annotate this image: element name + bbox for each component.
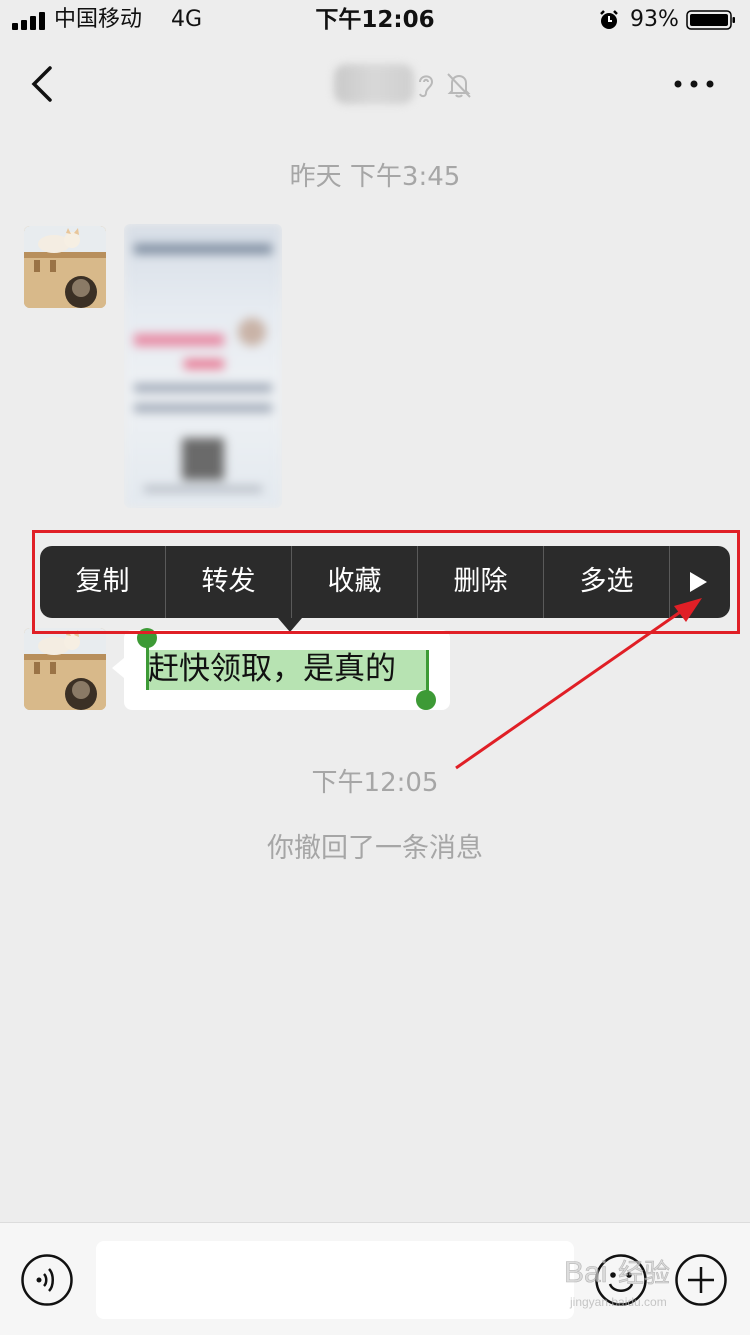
image-message-blurred[interactable]: [124, 224, 282, 508]
message-timestamp: 下午12:05: [311, 768, 439, 798]
cat-avatar-image: [24, 226, 106, 308]
chat-header: [0, 40, 750, 130]
mute-icon: [447, 73, 471, 98]
avatar[interactable]: [24, 226, 106, 308]
message-text[interactable]: 赶快领取，是真的: [148, 648, 396, 690]
cat-avatar-image: [24, 628, 106, 710]
recall-notice: 你撤回了一条消息: [267, 833, 483, 864]
contact-name-blurred: [334, 64, 414, 104]
status-bar: 中国移动 4G 下午12:06 93%: [0, 0, 750, 40]
avatar[interactable]: [24, 628, 106, 710]
battery-percent: 93%: [630, 7, 679, 32]
ear-icon: [419, 75, 434, 98]
text-message-bubble[interactable]: 赶快领取，是真的: [112, 628, 450, 710]
selection-end-handle[interactable]: [416, 690, 436, 710]
svg-text:经验: 经验: [618, 1259, 670, 1289]
voice-icon[interactable]: [20, 1253, 74, 1307]
more-icon[interactable]: [672, 74, 716, 94]
svg-text:jingyan.baidu.com: jingyan.baidu.com: [569, 1295, 667, 1309]
baidu-watermark-logo: Bai 经验 jingyan.baidu.com: [564, 1256, 671, 1309]
message-timestamp: 昨天 下午3:45: [289, 162, 461, 192]
message-input[interactable]: [96, 1241, 574, 1319]
annotation-arrow: [455, 598, 702, 770]
alarm-icon: [600, 10, 618, 29]
battery-icon: [686, 10, 735, 30]
svg-text:Bai: Bai: [564, 1256, 607, 1289]
back-icon[interactable]: [26, 62, 58, 106]
